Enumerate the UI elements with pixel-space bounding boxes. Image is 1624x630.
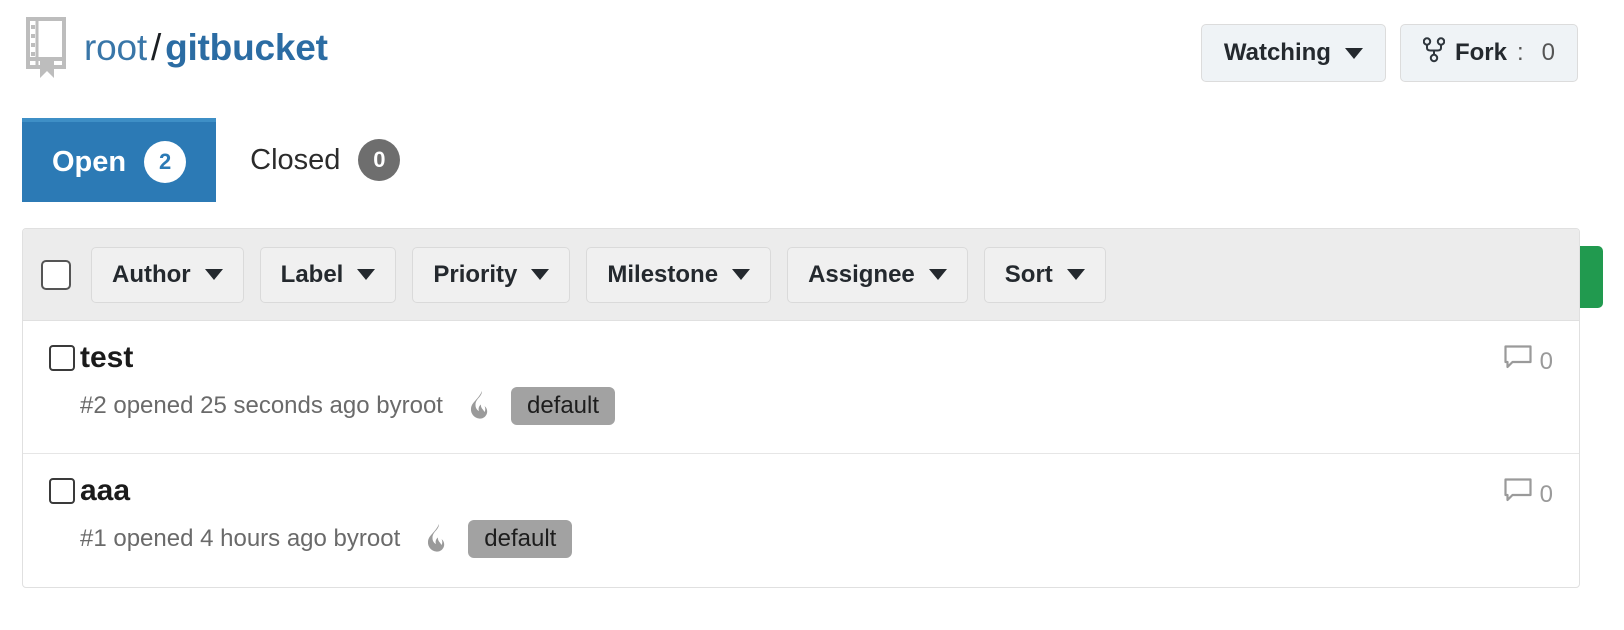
filter-priority[interactable]: Priority — [412, 246, 571, 303]
breadcrumb-separator: / — [150, 26, 162, 68]
filter-sort-label: Sort — [1004, 260, 1053, 288]
issue-meta: #2 opened 25 seconds ago by root default — [49, 387, 1553, 425]
issue-author-link[interactable]: root — [359, 525, 400, 553]
repository-book-icon — [22, 16, 68, 78]
issue-title-link[interactable]: test — [80, 343, 133, 373]
issue-label-badge[interactable]: default — [510, 387, 616, 425]
table-row: test #2 opened 25 seconds ago by root de… — [23, 321, 1579, 454]
issue-meta: #1 opened 4 hours ago by root default — [49, 520, 1553, 558]
select-all-checkbox[interactable] — [41, 259, 71, 290]
chevron-down-icon — [357, 269, 376, 280]
issue-meta-text: #1 opened 4 hours ago by — [80, 525, 359, 552]
comment-icon — [1504, 345, 1532, 378]
tab-closed-label: Closed — [250, 143, 341, 176]
repo-owner-link[interactable]: root — [84, 27, 147, 68]
repository-header: root / gitbucket Watching Fork:0 — [0, 0, 1624, 108]
tab-open-label: Open — [52, 145, 127, 178]
issue-author-link[interactable]: root — [402, 392, 443, 420]
flame-icon — [469, 391, 493, 421]
filter-label[interactable]: Label — [259, 246, 397, 303]
issue-list: Author Label Priority Milestone Assignee… — [22, 228, 1580, 588]
page-title: root / gitbucket — [84, 29, 328, 66]
chevron-down-icon — [531, 269, 550, 280]
chevron-down-icon — [1344, 47, 1363, 59]
issue-meta-text: #2 opened 25 seconds ago by — [80, 392, 402, 419]
issue-state-tabs: Open 2 Closed 0 — [22, 118, 430, 202]
comment-icon — [1504, 478, 1532, 511]
header-actions: Watching Fork:0 — [1200, 24, 1578, 82]
chevron-down-icon — [732, 269, 751, 280]
fork-count: 0 — [1541, 39, 1555, 66]
comment-count: 0 — [1504, 478, 1553, 511]
chevron-down-icon — [1066, 269, 1085, 280]
comment-count: 0 — [1504, 345, 1553, 378]
flame-icon — [426, 524, 450, 554]
table-row: aaa #1 opened 4 hours ago by root defaul… — [23, 454, 1579, 587]
issue-list-toolbar: Author Label Priority Milestone Assignee… — [23, 229, 1579, 321]
comment-count-value: 0 — [1539, 347, 1553, 375]
filter-sort[interactable]: Sort — [983, 246, 1106, 303]
issues-subnav: Open 2 Closed 0 New issue — [0, 118, 1624, 324]
chevron-down-icon — [928, 269, 947, 280]
watching-button[interactable]: Watching — [1200, 24, 1386, 82]
issue-title-link[interactable]: aaa — [80, 476, 130, 506]
issue-label-badge[interactable]: default — [468, 520, 573, 558]
issue-checkbox[interactable] — [49, 478, 75, 504]
issue-checkbox[interactable] — [49, 345, 75, 371]
breadcrumb: root / gitbucket — [22, 16, 328, 78]
issue-title-line: test — [49, 343, 1553, 373]
fork-label: Fork — [1454, 39, 1507, 66]
filter-author-label: Author — [112, 260, 191, 288]
filter-milestone-label: Milestone — [607, 260, 719, 288]
fork-separator: : — [1516, 39, 1524, 66]
comment-count-value: 0 — [1539, 480, 1553, 508]
filter-milestone[interactable]: Milestone — [586, 246, 772, 303]
repo-name-link[interactable]: gitbucket — [165, 27, 328, 68]
fork-button[interactable]: Fork:0 — [1399, 24, 1578, 82]
repo-forked-icon — [1422, 36, 1446, 70]
filter-priority-label: Priority — [433, 260, 518, 288]
filter-label-label: Label — [280, 260, 344, 288]
tab-open-count: 2 — [144, 141, 187, 183]
chevron-down-icon — [204, 269, 223, 280]
tab-open[interactable]: Open 2 — [22, 118, 217, 202]
tab-closed[interactable]: Closed 0 — [216, 118, 430, 202]
filter-assignee-label: Assignee — [808, 260, 915, 288]
watching-label: Watching — [1223, 39, 1331, 66]
filter-author[interactable]: Author — [91, 246, 244, 303]
filter-assignee[interactable]: Assignee — [787, 246, 968, 303]
tab-closed-count: 0 — [358, 139, 401, 181]
issue-title-line: aaa — [49, 476, 1553, 506]
